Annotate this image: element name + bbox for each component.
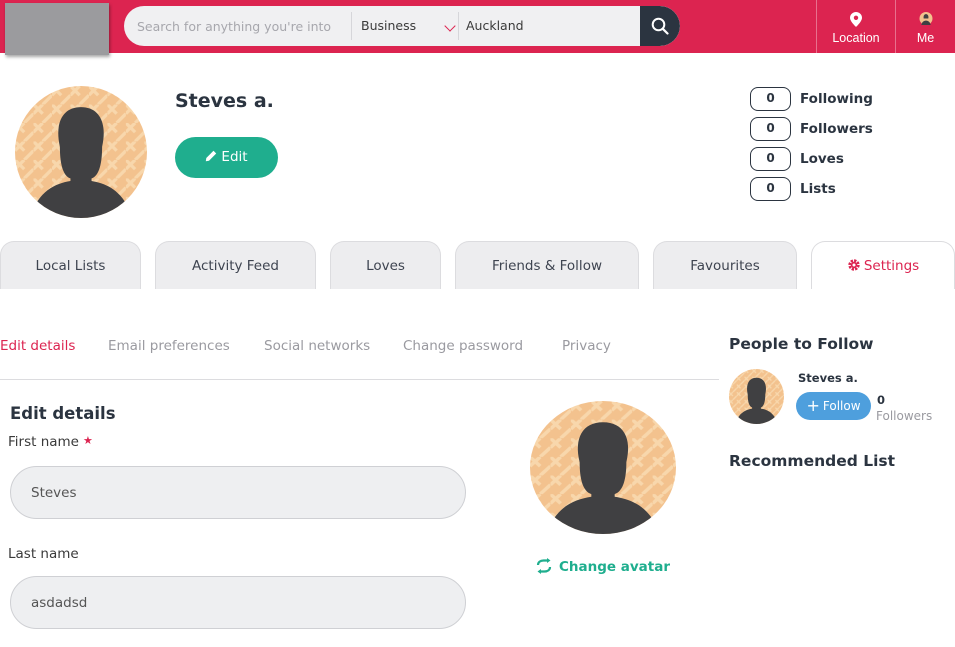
stat-count: 0 — [750, 147, 791, 171]
first-name-label: First name ★ — [8, 434, 93, 450]
category-select[interactable]: Business — [361, 6, 416, 46]
edit-profile-button[interactable]: Edit — [175, 137, 278, 178]
stat-count: 0 — [750, 177, 791, 201]
tab-settings[interactable]: Settings — [811, 241, 955, 289]
change-avatar-link[interactable]: Change avatar — [535, 558, 670, 575]
edit-profile-label: Edit — [221, 149, 248, 165]
map-pin-icon — [850, 12, 862, 27]
nav-location[interactable]: Location — [816, 0, 895, 53]
tab-activity-feed[interactable]: Activity Feed — [155, 241, 316, 289]
suggestion-followers-count: 0 — [877, 393, 886, 407]
stat-label: Loves — [800, 151, 844, 167]
chevron-down-icon[interactable] — [444, 20, 456, 32]
user-avatar-icon — [919, 12, 932, 25]
tab-settings-label: Settings — [863, 258, 920, 274]
subnav-email-preferences[interactable]: Email preferences — [108, 338, 230, 354]
follow-button[interactable]: + Follow — [796, 392, 871, 420]
stat-label: Lists — [800, 181, 836, 197]
tab-friends-follow[interactable]: Friends & Follow — [455, 241, 639, 289]
tab-local-lists[interactable]: Local Lists — [0, 241, 141, 289]
people-to-follow-heading: People to Follow — [729, 335, 874, 353]
search-input[interactable] — [124, 6, 352, 46]
search-button[interactable] — [640, 6, 680, 46]
suggestion-followers-label: Followers — [876, 409, 933, 423]
stat-label: Following — [800, 91, 873, 107]
stat-count: 0 — [750, 117, 791, 141]
stat-count: 0 — [750, 87, 791, 111]
suggestion-name[interactable]: Steves a. — [798, 371, 858, 385]
recommended-list-heading: Recommended List — [729, 452, 896, 470]
profile-avatar — [15, 86, 147, 218]
refresh-icon — [536, 558, 552, 574]
first-name-label-text: First name — [8, 434, 79, 450]
search-divider — [351, 12, 352, 40]
subnav-edit-details[interactable]: Edit details — [0, 338, 75, 354]
change-avatar-label: Change avatar — [559, 559, 670, 575]
tab-favourites[interactable]: Favourites — [653, 241, 797, 289]
search-bar: Business Auckland — [124, 6, 680, 46]
location-input[interactable]: Auckland — [466, 6, 524, 46]
divider — [0, 379, 719, 380]
nav-me-label: Me — [916, 31, 935, 45]
search-divider — [458, 12, 459, 40]
nav-me[interactable]: Me — [895, 0, 955, 53]
first-name-field[interactable] — [10, 466, 466, 519]
suggestion-avatar[interactable] — [729, 369, 784, 424]
edit-avatar-preview — [530, 401, 676, 534]
gear-icon — [848, 259, 860, 271]
subnav-change-password[interactable]: Change password — [403, 338, 523, 354]
tab-loves[interactable]: Loves — [330, 241, 441, 289]
form-title: Edit details — [10, 404, 116, 423]
last-name-label: Last name — [8, 546, 79, 562]
last-name-field[interactable] — [10, 576, 466, 629]
site-logo[interactable] — [5, 3, 109, 55]
subnav-social-networks[interactable]: Social networks — [264, 338, 370, 354]
plus-icon: + — [806, 396, 820, 415]
required-star-icon: ★ — [83, 434, 93, 447]
profile-name: Steves a. — [175, 90, 274, 112]
top-bar: Business Auckland Location Me — [0, 0, 955, 55]
nav-location-label: Location — [832, 31, 880, 45]
search-icon — [651, 17, 669, 35]
stat-label: Followers — [800, 121, 873, 137]
subnav-privacy[interactable]: Privacy — [562, 338, 611, 354]
pencil-icon — [206, 150, 217, 162]
follow-button-label: Follow — [822, 399, 861, 413]
